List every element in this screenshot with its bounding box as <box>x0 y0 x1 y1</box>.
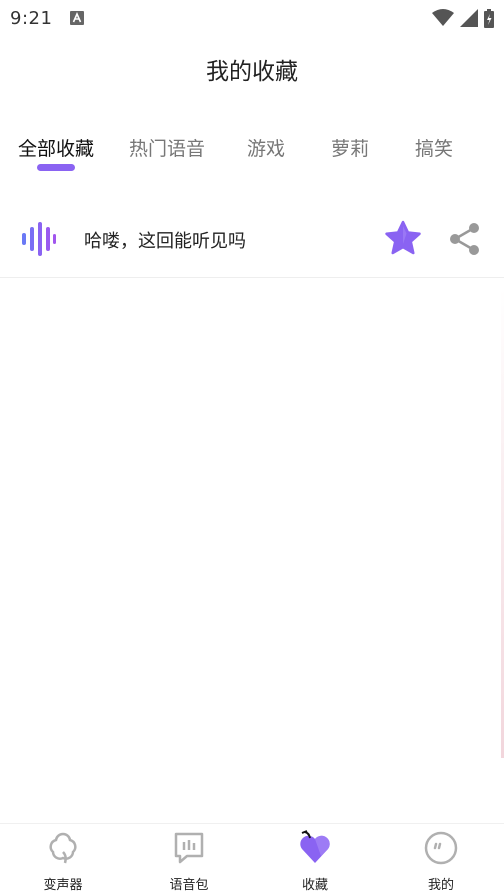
page-title: 我的收藏 <box>206 59 298 85</box>
tab-funny[interactable]: 搞笑 <box>415 134 453 161</box>
voice-pack-icon <box>174 832 204 864</box>
active-tab-indicator <box>37 164 75 171</box>
tab-hot-voices[interactable]: 热门语音 <box>129 134 205 161</box>
bottom-nav: 变声器 语音包 收藏 我的 <box>0 823 504 896</box>
status-left: 9:21 <box>10 7 85 29</box>
signal-icon <box>460 9 478 27</box>
favorite-list-item[interactable]: 哈喽，这回能听见吗 <box>0 200 504 278</box>
status-bar: 9:21 <box>0 0 504 36</box>
voice-changer-icon <box>49 832 77 864</box>
wifi-icon <box>432 9 454 26</box>
profile-icon <box>424 831 458 865</box>
nav-item-profile[interactable]: 我的 <box>378 824 504 896</box>
battery-icon <box>484 8 494 28</box>
status-time: 9:21 <box>10 7 53 29</box>
tab-all-favorites[interactable]: 全部收藏 <box>18 134 94 161</box>
nav-item-voice-pack[interactable]: 语音包 <box>126 824 252 896</box>
heart-icon <box>300 830 330 863</box>
nav-item-favorites[interactable]: 收藏 <box>252 824 378 896</box>
nav-label-voice-changer: 变声器 <box>43 878 83 893</box>
tab-loli[interactable]: 萝莉 <box>331 134 369 161</box>
nav-label-voice-pack: 语音包 <box>169 878 209 893</box>
category-tabs: 全部收藏 热门语音 游戏 萝莉 搞笑 <box>0 130 504 178</box>
nav-label-profile: 我的 <box>427 878 454 893</box>
sound-wave-icon <box>22 222 56 256</box>
tab-games[interactable]: 游戏 <box>247 134 285 161</box>
notification-a-icon <box>70 11 85 25</box>
share-icon[interactable] <box>448 222 482 256</box>
favorite-item-title: 哈喽，这回能听见吗 <box>84 231 246 252</box>
status-right <box>432 8 494 28</box>
star-icon[interactable] <box>384 220 422 256</box>
nav-label-favorites: 收藏 <box>301 878 328 893</box>
nav-item-voice-changer[interactable]: 变声器 <box>0 824 126 896</box>
